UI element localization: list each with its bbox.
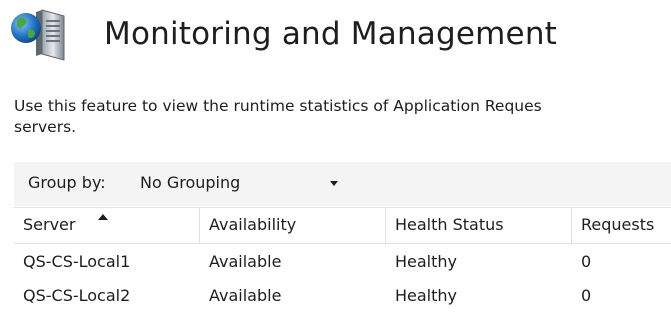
feature-description: Use this feature to view the runtime sta… [14,96,671,138]
server-globe-icon [11,9,65,61]
requests-cell: 0 [581,252,592,271]
sort-ascending-icon [98,214,108,220]
page-title: Monitoring and Management [104,16,558,52]
server-cell: QS-CS-Local1 [23,252,131,271]
group-by-dropdown[interactable]: No Grouping [134,168,354,198]
group-by-toolbar: Group by: No Grouping [14,162,671,206]
server-grid: Server Availability Health Status Reques… [14,207,671,312]
column-header-server[interactable]: Server [14,208,200,243]
column-header-availability[interactable]: Availability [200,208,386,243]
page: Monitoring and Management Use this featu… [0,0,671,325]
server-cell: QS-CS-Local2 [23,286,131,305]
requests-cell: 0 [581,286,592,305]
group-by-value: No Grouping [140,173,241,192]
description-line-1: Use this feature to view the runtime sta… [14,97,542,115]
grid-header: Server Availability Health Status Reques… [14,207,671,244]
availability-cell: Available [209,252,282,271]
column-header-health-status[interactable]: Health Status [386,208,572,243]
column-header-label: Health Status [395,215,504,234]
health-status-cell: Healthy [395,286,458,305]
column-header-requests[interactable]: Requests [572,208,671,243]
table-row[interactable]: QS-CS-Local1 Available Healthy 0 [14,244,671,278]
page-header: Monitoring and Management [8,6,671,62]
table-row[interactable]: QS-CS-Local2 Available Healthy 0 [14,278,671,312]
chevron-down-icon [330,181,338,186]
description-line-2: servers. [14,118,77,136]
column-header-label: Availability [209,215,297,234]
group-by-label: Group by: [28,173,106,192]
health-status-cell: Healthy [395,252,458,271]
availability-cell: Available [209,286,282,305]
column-header-label: Server [23,215,76,234]
column-header-label: Requests [581,215,655,234]
